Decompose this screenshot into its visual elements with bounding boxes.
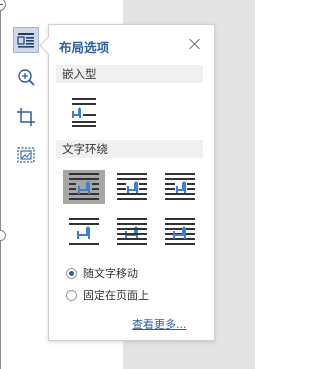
inline-section-header: 嵌入型 [56, 65, 203, 83]
wrap-option-top-bottom[interactable] [63, 215, 105, 249]
top-bottom-wrap-icon [69, 218, 99, 245]
zoom-in-button[interactable] [13, 64, 39, 90]
resize-handle-left[interactable] [0, 230, 6, 241]
radio-fix-on-page[interactable]: 固定在页面上 [66, 289, 149, 303]
picture-frame-icon [17, 147, 35, 163]
picture-frame-button[interactable] [13, 142, 39, 168]
through-wrap-icon [165, 173, 195, 200]
layout-options-panel: 布局选项 嵌入型 文字环绕 随文字移动 固定在页面上 查看更多... [39, 24, 215, 341]
radio-label: 固定在页面上 [83, 289, 149, 302]
crop-button[interactable] [13, 104, 39, 130]
close-icon[interactable] [189, 38, 201, 50]
radio-button-checked[interactable] [66, 267, 77, 279]
behind-text-wrap-icon [117, 218, 147, 245]
wrap-option-inline[interactable] [63, 95, 105, 129]
panel-title: 布局选项 [59, 40, 110, 55]
tight-wrap-icon [117, 173, 147, 200]
zoom-in-icon [18, 69, 35, 86]
radio-move-with-text[interactable]: 随文字移动 [66, 267, 138, 281]
square-wrap-icon [69, 173, 99, 200]
wrap-option-tight[interactable] [111, 170, 153, 204]
wrap-option-in-front-of-text[interactable] [159, 215, 201, 249]
radio-label: 随文字移动 [83, 267, 138, 280]
see-more-link[interactable]: 查看更多... [132, 316, 187, 332]
layout-options-button[interactable] [13, 27, 39, 53]
wrap-option-through[interactable] [159, 170, 201, 204]
wrap-option-behind-text[interactable] [111, 215, 153, 249]
wrap-section-header: 文字环绕 [56, 140, 203, 158]
crop-icon [17, 108, 35, 126]
radio-button-unchecked[interactable] [66, 289, 77, 301]
inline-wrap-icon [72, 98, 96, 127]
in-front-of-text-wrap-icon [165, 218, 195, 245]
layout-options-icon [17, 33, 34, 48]
resize-handle-top[interactable] [0, 0, 6, 11]
wrap-option-square[interactable] [63, 170, 105, 204]
